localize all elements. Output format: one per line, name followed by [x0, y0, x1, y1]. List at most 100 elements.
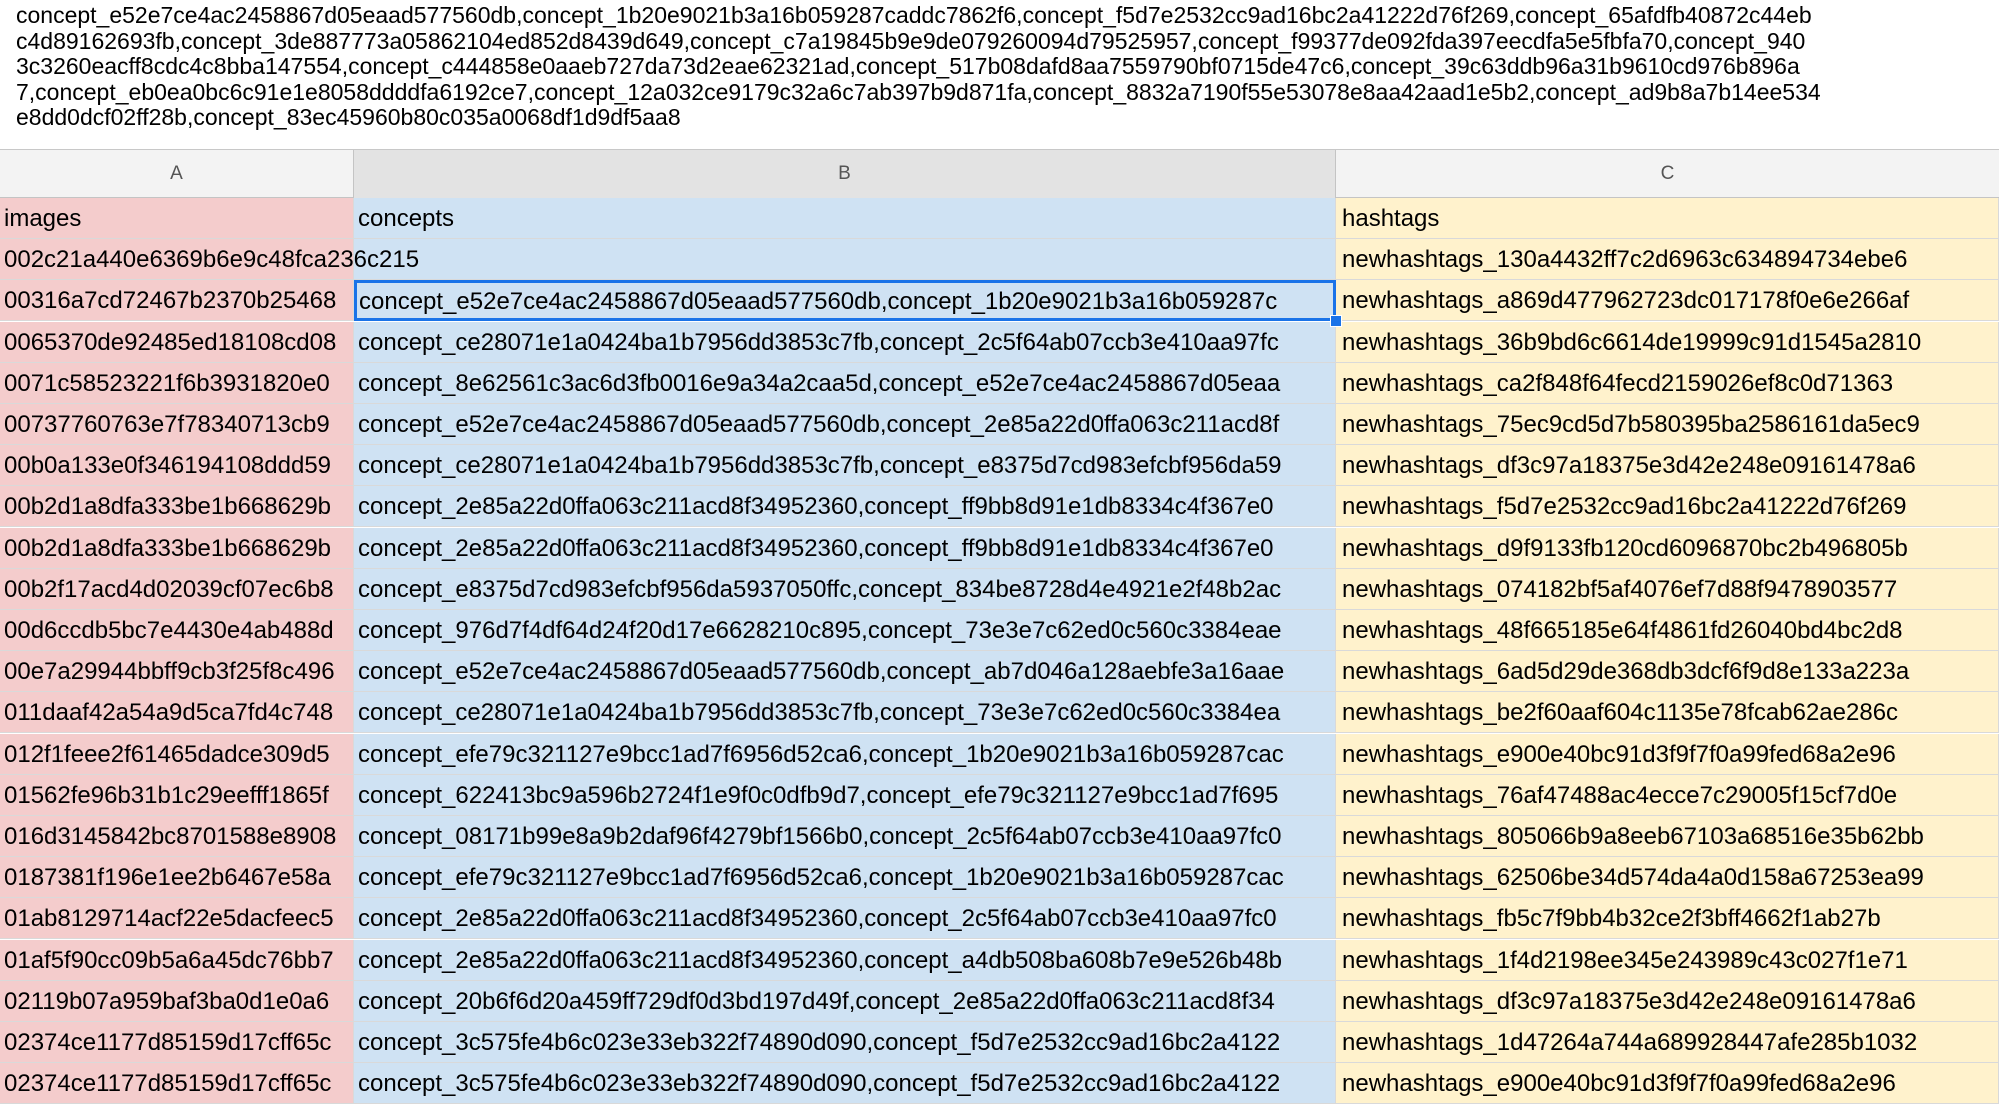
cell-images[interactable]: 01ab8129714acf22e5dacfeec5: [0, 898, 354, 940]
cell-images[interactable]: 002c21a440e6369b6e9c48fca236c215: [0, 239, 419, 281]
cell-hashtags[interactable]: newhashtags_62506be34d574da4a0d158a67253…: [1336, 857, 1999, 899]
cell-hashtags[interactable]: newhashtags_a869d477962723dc017178f0e6e2…: [1336, 280, 1999, 322]
cell-concepts[interactable]: concept_8e62561c3ac6d3fb0016e9a34a2caa5d…: [354, 362, 1336, 404]
cell-images[interactable]: 011daaf42a54a9d5ca7fd4c748: [0, 692, 354, 734]
table-row: 01af5f90cc09b5a6a45dc76bb7 concept_2e85a2…: [0, 939, 1999, 981]
cell-concepts[interactable]: concept_2e85a22d0ffa063c211acd8f34952360…: [354, 486, 1336, 528]
table-row: 0065370de92485ed18108cd08 concept_ce28071…: [0, 321, 1999, 363]
cell-hashtags[interactable]: newhashtags_df3c97a18375e3d42e248e091614…: [1336, 980, 1999, 1022]
cell-images[interactable]: 016d3145842bc8701588e8908: [0, 816, 354, 857]
table-row: 012f1feee2f61465dadce309d5 concept_efe79c…: [0, 733, 1999, 775]
table-row: 02119b07a959baf3ba0d1e0a6 concept_20b6f6d…: [0, 980, 1999, 1022]
cell-images[interactable]: 00b2d1a8dfa333be1b668629b: [0, 486, 354, 528]
cell-images[interactable]: 00e7a29944bbff9cb3f25f8c496: [0, 651, 354, 693]
column-header-c[interactable]: C: [1336, 150, 1999, 198]
cell-images[interactable]: 00b0a133e0f346194108ddd59: [0, 445, 354, 487]
cell-hashtags[interactable]: newhashtags_e900e40bc91d3f9f7f0a99fed68a…: [1336, 733, 1999, 775]
cell-hashtags[interactable]: newhashtags_fb5c7f9bb4b32ce2f3bff4662f1a…: [1336, 898, 1999, 940]
cell-hashtags[interactable]: newhashtags_ca2f848f64fecd2159026ef8c0d7…: [1336, 362, 1999, 404]
cell-concepts[interactable]: concept_e52e7ce4ac2458867d05eaad577560db…: [354, 651, 1336, 693]
table-row: 0187381f196e1ee2b6467e58a concept_efe79c3…: [0, 857, 1999, 899]
cell-concepts[interactable]: concept_ce28071e1a0424ba1b7956dd3853c7fb…: [354, 321, 1336, 363]
cell-images[interactable]: 00316a7cd72467b2370b25468: [0, 280, 354, 322]
table-row: 01ab8129714acf22e5dacfeec5 concept_2e85a2…: [0, 898, 1999, 940]
formula-bar[interactable]: concept_e52e7ce4ac2458867d05eaad577560db…: [0, 0, 1999, 150]
formula-bar-line: 3c3260eacff8cdc4c8bba147554,concept_c444…: [16, 54, 1800, 79]
cell-images[interactable]: 02374ce1177d85159d17cff65c: [0, 1022, 354, 1063]
header-cell-images[interactable]: images: [0, 198, 354, 239]
table-row: 01562fe96b31b1c29eefff1865f concept_62241…: [0, 774, 1999, 816]
table-row: 002c21a440e6369b6e9c48fca236c215 newhasht…: [0, 239, 1999, 281]
cell-images[interactable]: 00737760763e7f78340713cb9: [0, 404, 354, 445]
cell-concepts[interactable]: concept_e52e7ce4ac2458867d05eaad577560db…: [354, 404, 1336, 445]
formula-bar-line: e8dd0dcf02ff28b,concept_83ec45960b80c035…: [16, 105, 681, 130]
cell-concepts[interactable]: concept_3c575fe4b6c023e33eb322f74890d090…: [354, 1063, 1336, 1104]
table-row: 00b0a133e0f346194108ddd59 concept_ce28071…: [0, 445, 1999, 487]
cell-images[interactable]: 01af5f90cc09b5a6a45dc76bb7: [0, 939, 354, 981]
table-row: 00b2d1a8dfa333be1b668629b concept_2e85a22…: [0, 527, 1999, 569]
table-row: 016d3145842bc8701588e8908 concept_08171b9…: [0, 816, 1999, 857]
cell-hashtags[interactable]: newhashtags_36b9bd6c6614de19999c91d1545a…: [1336, 321, 1999, 363]
cell-hashtags[interactable]: newhashtags_e900e40bc91d3f9f7f0a99fed68a…: [1336, 1063, 1999, 1104]
cell-concepts[interactable]: concept_ce28071e1a0424ba1b7956dd3853c7fb…: [354, 445, 1336, 487]
cell-hashtags[interactable]: newhashtags_48f665185e64f4861fd26040bd4b…: [1336, 610, 1999, 651]
cell-concepts[interactable]: concept_efe79c321127e9bcc1ad7f6956d52ca6…: [354, 857, 1336, 899]
cell-images[interactable]: 012f1feee2f61465dadce309d5: [0, 733, 354, 775]
sheet-grid: images concepts hashtags 002c21a440e6369b6e…: [0, 198, 1999, 1104]
header-cell-hashtags[interactable]: hashtags: [1336, 198, 1999, 239]
column-header-a[interactable]: A: [0, 150, 354, 198]
cell-hashtags[interactable]: newhashtags_75ec9cd5d7b580395ba2586161da…: [1336, 404, 1999, 445]
cell-hashtags[interactable]: newhashtags_6ad5d29de368db3dcf6f9d8e133a…: [1336, 651, 1999, 693]
table-row: 00b2f17acd4d02039cf07ec6b8 concept_e8375d…: [0, 568, 1999, 610]
cell-images[interactable]: 02119b07a959baf3ba0d1e0a6: [0, 980, 354, 1022]
cell-hashtags[interactable]: newhashtags_074182bf5af4076ef7d88f947890…: [1336, 568, 1999, 610]
cell-hashtags[interactable]: newhashtags_1d47264a744a689928447afe285b…: [1336, 1022, 1999, 1063]
cell-images[interactable]: 0071c58523221f6b3931820e0: [0, 362, 354, 404]
cell-concepts[interactable]: concept_622413bc9a596b2724f1e9f0c0dfb9d7…: [354, 774, 1336, 816]
cell-hashtags[interactable]: newhashtags_805066b9a8eeb67103a68516e35b…: [1336, 816, 1999, 857]
table-row: 00e7a29944bbff9cb3f25f8c496 concept_e52e7…: [0, 651, 1999, 693]
column-header-row: A B C: [0, 150, 1999, 198]
cell-concepts[interactable]: concept_2e85a22d0ffa063c211acd8f34952360…: [354, 939, 1336, 981]
cell-concepts[interactable]: concept_3c575fe4b6c023e33eb322f74890d090…: [354, 1022, 1336, 1063]
cell-images[interactable]: 02374ce1177d85159d17cff65c: [0, 1063, 354, 1104]
column-header-b[interactable]: B: [354, 150, 1336, 198]
cell-concepts[interactable]: concept_2e85a22d0ffa063c211acd8f34952360…: [354, 527, 1336, 569]
cell-concepts[interactable]: concept_ce28071e1a0424ba1b7956dd3853c7fb…: [354, 692, 1336, 734]
cell-images[interactable]: 0065370de92485ed18108cd08: [0, 321, 354, 363]
cell-concepts[interactable]: [354, 239, 1336, 281]
table-row: 00b2d1a8dfa333be1b668629b concept_2e85a22…: [0, 486, 1999, 528]
cell-images[interactable]: 00d6ccdb5bc7e4430e4ab488d: [0, 610, 354, 651]
fill-handle[interactable]: [1330, 315, 1342, 328]
cell-images[interactable]: 0187381f196e1ee2b6467e58a: [0, 857, 354, 899]
cell-hashtags[interactable]: newhashtags_76af47488ac4ecce7c29005f15cf…: [1336, 774, 1999, 816]
cell-images[interactable]: 01562fe96b31b1c29eefff1865f: [0, 774, 354, 816]
formula-bar-line: c4d89162693fb,concept_3de887773a05862104…: [16, 28, 1806, 54]
cell-concepts[interactable]: concept_e52e7ce4ac2458867d05eaad577560db…: [354, 280, 1336, 322]
table-row: 02374ce1177d85159d17cff65c concept_3c575f…: [0, 1022, 1999, 1063]
formula-bar-line: concept_e52e7ce4ac2458867d05eaad577560db…: [16, 3, 1812, 28]
cell-concepts[interactable]: concept_efe79c321127e9bcc1ad7f6956d52ca6…: [354, 733, 1336, 775]
cell-hashtags[interactable]: newhashtags_1f4d2198ee345e243989c43c027f…: [1336, 939, 1999, 981]
cell-hashtags[interactable]: newhashtags_130a4432ff7c2d6963c634894734…: [1336, 239, 1999, 281]
cell-images[interactable]: 00b2f17acd4d02039cf07ec6b8: [0, 568, 354, 610]
header-row: images concepts hashtags: [0, 198, 1999, 239]
table-row: 00d6ccdb5bc7e4430e4ab488d concept_976d7f4…: [0, 610, 1999, 651]
header-cell-concepts[interactable]: concepts: [354, 198, 1336, 239]
cell-hashtags[interactable]: newhashtags_d9f9133fb120cd6096870bc2b496…: [1336, 527, 1999, 569]
cell-images[interactable]: 00b2d1a8dfa333be1b668629b: [0, 527, 354, 569]
cell-concepts[interactable]: concept_e8375d7cd983efcbf956da5937050ffc…: [354, 568, 1336, 610]
cell-concepts[interactable]: concept_08171b99e8a9b2daf96f4279bf1566b0…: [354, 816, 1336, 857]
table-row: 00316a7cd72467b2370b25468 concept_e52e7ce…: [0, 280, 1999, 322]
cell-hashtags[interactable]: newhashtags_df3c97a18375e3d42e248e091614…: [1336, 445, 1999, 487]
cell-hashtags[interactable]: newhashtags_be2f60aaf604c1135e78fcab62ae…: [1336, 692, 1999, 734]
table-row: 00737760763e7f78340713cb9 concept_e52e7ce…: [0, 404, 1999, 445]
formula-bar-line: 7,concept_eb0ea0bc6c91e1e8058ddddfa6192c…: [16, 79, 1821, 105]
cell-concepts[interactable]: concept_976d7f4df64d24f20d17e6628210c895…: [354, 610, 1336, 651]
table-row: 02374ce1177d85159d17cff65c concept_3c575f…: [0, 1063, 1999, 1104]
table-row: 0071c58523221f6b3931820e0 concept_8e62561…: [0, 362, 1999, 404]
cell-hashtags[interactable]: newhashtags_f5d7e2532cc9ad16bc2a41222d76…: [1336, 486, 1999, 528]
cell-concepts[interactable]: concept_2e85a22d0ffa063c211acd8f34952360…: [354, 898, 1336, 940]
table-row: 011daaf42a54a9d5ca7fd4c748 concept_ce2807…: [0, 692, 1999, 734]
cell-concepts[interactable]: concept_20b6f6d20a459ff729df0d3bd197d49f…: [354, 980, 1336, 1022]
